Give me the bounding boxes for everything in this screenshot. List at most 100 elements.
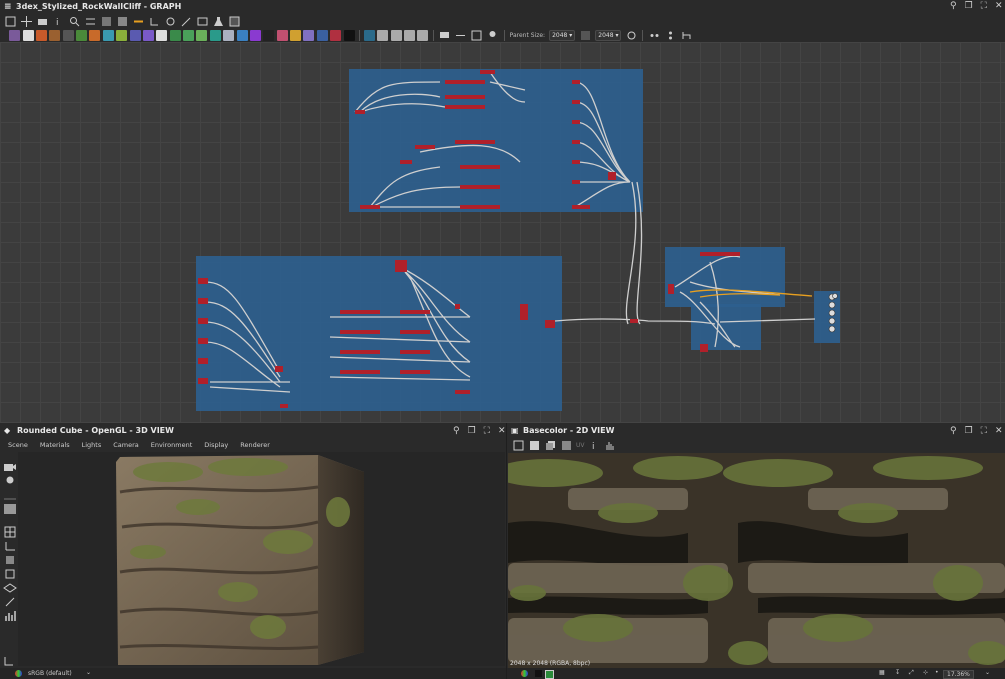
node-swatch-icon[interactable] [196, 29, 208, 41]
pin-icon[interactable]: ⚲ [950, 1, 957, 11]
colorspace-dropdown[interactable]: sRGB (default) [28, 670, 72, 677]
stats-icon[interactable] [3, 610, 17, 622]
flask-icon[interactable] [213, 16, 224, 27]
channel-green-icon[interactable] [545, 670, 554, 679]
maximize-icon[interactable]: ⛶ [981, 1, 987, 11]
close-icon[interactable]: ✕ [995, 426, 1003, 436]
node-swatch-icon[interactable] [169, 29, 181, 41]
align-icon[interactable] [85, 16, 96, 27]
node-swatch-icon[interactable] [330, 29, 342, 41]
copy-icon[interactable] [545, 440, 556, 451]
node-swatch-icon[interactable] [142, 29, 154, 41]
float-icon[interactable]: ❐ [965, 1, 973, 11]
crosshair-icon[interactable]: ⊹ [923, 669, 928, 676]
node-swatch-icon[interactable] [316, 29, 328, 41]
float-icon[interactable]: ❐ [468, 426, 476, 436]
dots-icon[interactable] [649, 30, 660, 41]
node-swatch-icon[interactable] [62, 29, 74, 41]
node-swatch-icon[interactable] [89, 29, 101, 41]
close-icon[interactable]: ✕ [995, 1, 1003, 11]
maximize-icon[interactable]: ⛶ [981, 426, 987, 436]
node-swatch-icon[interactable] [276, 29, 288, 41]
node-swatch-icon[interactable] [263, 29, 275, 41]
menu-materials[interactable]: Materials [40, 441, 70, 449]
node-swatch-icon[interactable] [129, 29, 141, 41]
frame-all-icon[interactable] [5, 16, 16, 27]
axis-icon[interactable] [3, 540, 17, 552]
light-icon[interactable] [3, 475, 17, 487]
info-icon[interactable]: i [589, 440, 600, 451]
node-swatch-icon[interactable] [390, 29, 402, 41]
fit-icon[interactable] [513, 440, 524, 451]
node-swatch-icon[interactable] [404, 29, 416, 41]
frame-node-icon[interactable] [471, 30, 482, 41]
layers-icon[interactable] [3, 582, 17, 594]
node-swatch-icon[interactable] [183, 29, 195, 41]
flip-icon[interactable]: ↧ [895, 669, 900, 676]
refresh-icon[interactable] [165, 16, 176, 27]
pin-node-icon[interactable] [455, 30, 466, 41]
channel-black-icon[interactable] [535, 670, 542, 677]
nodes-icon[interactable] [117, 16, 128, 27]
maximize-icon[interactable]: ⛶ [484, 426, 490, 436]
node-swatch-icon[interactable] [9, 29, 21, 41]
grid-icon[interactable] [3, 526, 17, 538]
menu-lights[interactable]: Lights [82, 441, 102, 449]
pin-icon[interactable]: ⚲ [950, 426, 957, 436]
export-icon[interactable] [197, 16, 208, 27]
camera-icon[interactable] [3, 461, 17, 473]
node-swatch-icon[interactable] [417, 29, 429, 41]
node-swatch-icon[interactable] [116, 29, 128, 41]
view2d-viewport[interactable]: 2048 x 2048 (RGBA, 8bpc) [508, 453, 1005, 668]
view3d-viewport[interactable] [18, 452, 505, 666]
menu-camera[interactable]: Camera [113, 441, 139, 449]
zoom-value[interactable]: 17.36% [943, 670, 974, 679]
grid-icon[interactable]: ▦ [879, 669, 885, 676]
node-swatch-icon[interactable] [363, 29, 375, 41]
comment-icon[interactable] [439, 30, 450, 41]
wand-icon[interactable] [181, 16, 192, 27]
info-icon[interactable]: i [53, 16, 64, 27]
menu-renderer[interactable]: Renderer [240, 441, 270, 449]
connect-icon[interactable] [149, 16, 160, 27]
fit-view-icon[interactable]: ⤢ [909, 669, 914, 677]
move-icon[interactable] [20, 15, 32, 27]
graph-canvas[interactable] [0, 42, 1005, 423]
node-swatch-icon[interactable] [377, 29, 389, 41]
node-swatch-icon[interactable] [22, 29, 34, 41]
cube-mesh-icon[interactable] [3, 554, 17, 566]
save-icon[interactable] [529, 440, 540, 451]
resize-handle-icon[interactable] [3, 655, 17, 667]
chevron-down-icon[interactable]: ⌄ [985, 669, 990, 676]
menu-display[interactable]: Display [204, 441, 228, 449]
graph-menu-icon[interactable]: ≡ [4, 0, 12, 14]
node-swatch-icon[interactable] [223, 29, 235, 41]
output-size-dropdown[interactable]: 2048 ▾ [595, 29, 622, 41]
checker-icon[interactable] [561, 440, 572, 451]
bulb-icon[interactable] [487, 30, 498, 41]
search-icon[interactable] [69, 16, 80, 27]
node-swatch-icon[interactable] [290, 29, 302, 41]
node-swatch-icon[interactable] [102, 29, 114, 41]
cube-wire-icon[interactable] [3, 568, 17, 580]
node-swatch-icon[interactable] [156, 29, 168, 41]
chevron-down-icon[interactable]: ⌄ [86, 669, 91, 676]
grid-snap-icon[interactable] [101, 16, 112, 27]
parent-size-dropdown[interactable]: 2048 ▾ [549, 29, 576, 41]
node-swatch-icon[interactable] [343, 29, 355, 41]
environment-icon[interactable] [3, 489, 17, 501]
frame-icon[interactable] [229, 16, 240, 27]
float-icon[interactable]: ❐ [965, 426, 973, 436]
node-swatch-icon[interactable] [249, 29, 261, 41]
node-swatch-icon[interactable] [236, 29, 248, 41]
menu-scene[interactable]: Scene [8, 441, 28, 449]
link-icon[interactable] [133, 16, 144, 27]
uv-icon[interactable] [3, 596, 17, 608]
close-icon[interactable]: ✕ [498, 426, 506, 436]
link-size-icon[interactable] [580, 30, 591, 41]
node-swatch-icon[interactable] [303, 29, 315, 41]
menu-environment[interactable]: Environment [151, 441, 193, 449]
shading-icon[interactable] [3, 503, 17, 515]
camera-icon[interactable] [37, 16, 48, 27]
reset-icon[interactable] [626, 30, 637, 41]
